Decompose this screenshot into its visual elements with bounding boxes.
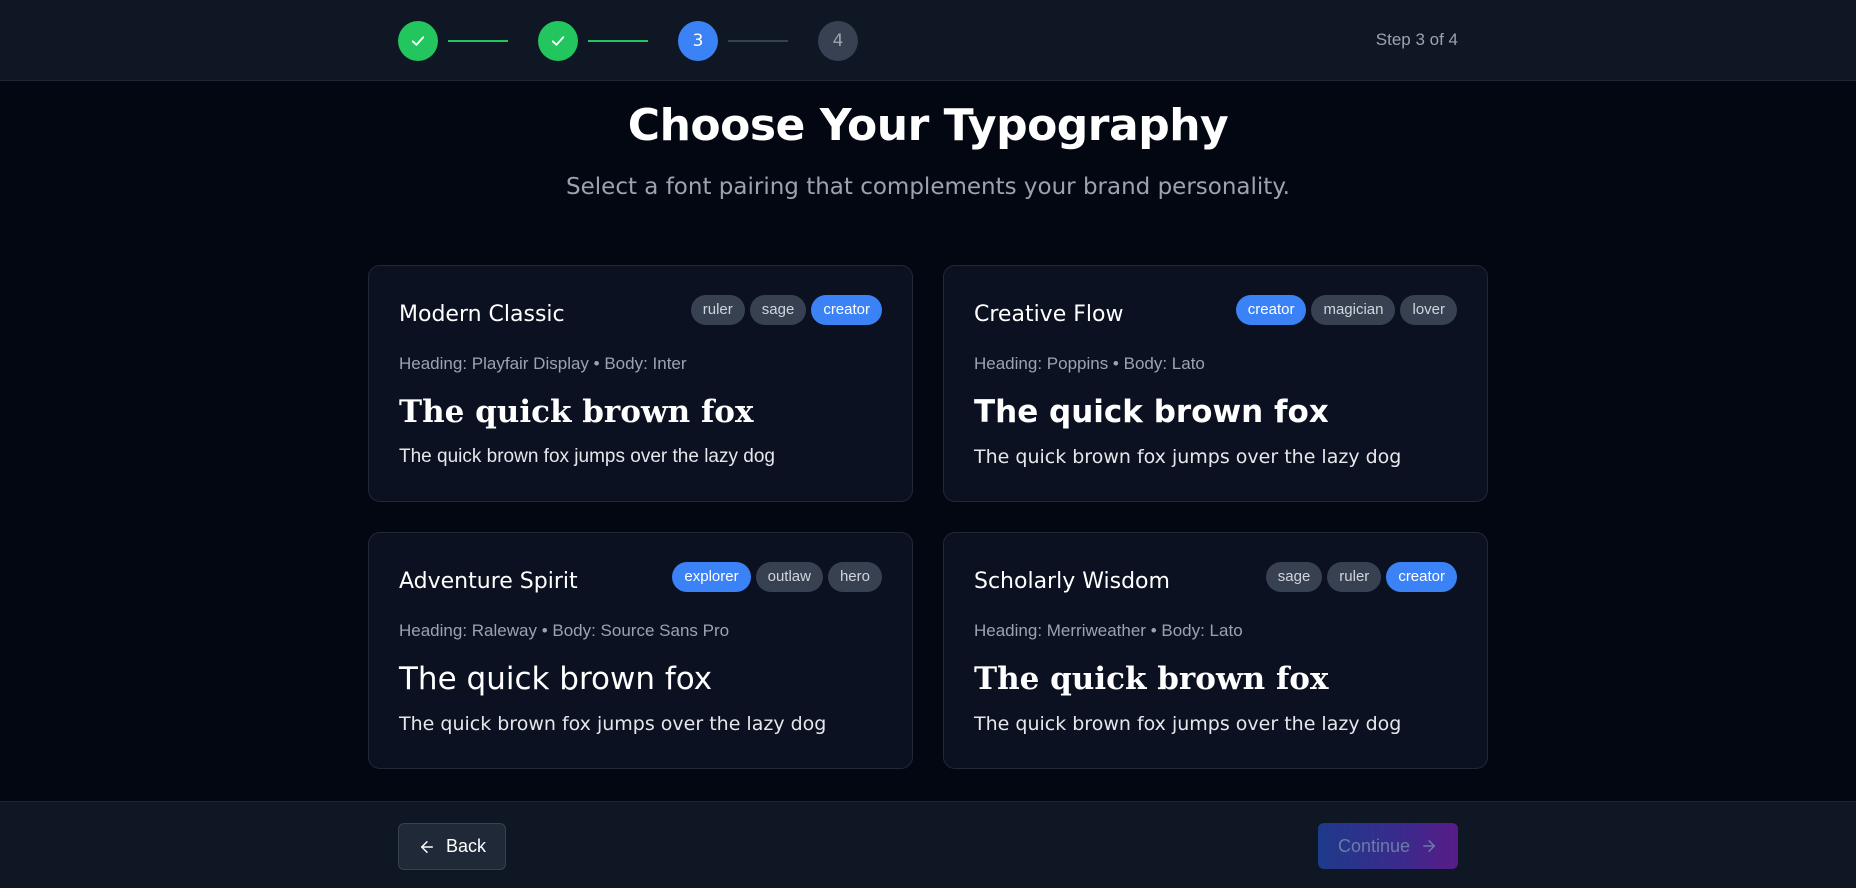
continue-button-label: Continue bbox=[1337, 835, 1411, 856]
font-option-card-modern-classic[interactable]: Modern Classic ruler sage creator Headin… bbox=[368, 265, 913, 502]
tag-explorer: explorer bbox=[672, 562, 751, 592]
step-1-indicator bbox=[398, 21, 438, 61]
step-connector-1 bbox=[448, 40, 508, 42]
progress-header: 3 4 Step 3 of 4 bbox=[0, 0, 1856, 81]
tag-sage: sage bbox=[1265, 562, 1323, 592]
tag-creator: creator bbox=[811, 295, 882, 325]
step-connector-2 bbox=[588, 40, 648, 42]
card-title: Modern Classic bbox=[399, 302, 565, 327]
personality-tags: creator magician lover bbox=[1235, 295, 1457, 325]
card-title: Creative Flow bbox=[974, 302, 1124, 327]
card-title: Scholarly Wisdom bbox=[974, 569, 1170, 594]
tag-lover: lover bbox=[1400, 295, 1457, 325]
sample-body: The quick brown fox jumps over the lazy … bbox=[974, 446, 1402, 468]
sample-heading: The quick brown fox bbox=[974, 394, 1329, 430]
font-option-card-creative-flow[interactable]: Creative Flow creator magician lover Hea… bbox=[943, 265, 1488, 502]
tag-magician: magician bbox=[1311, 295, 1396, 325]
personality-tags: sage ruler creator bbox=[1265, 562, 1457, 592]
font-pairing-label: Heading: Raleway • Body: Source Sans Pro bbox=[399, 621, 730, 640]
sample-body: The quick brown fox jumps over the lazy … bbox=[399, 713, 827, 735]
tag-sage: sage bbox=[749, 295, 807, 325]
check-icon bbox=[551, 36, 565, 46]
check-icon bbox=[411, 36, 425, 46]
arrow-right-icon bbox=[1423, 840, 1436, 852]
font-pairing-label: Heading: Poppins • Body: Lato bbox=[974, 354, 1205, 373]
typography-step-page: 3 4 Step 3 of 4 Choose Your Typography S… bbox=[0, 0, 1856, 888]
sample-body: The quick brown fox jumps over the lazy … bbox=[399, 446, 775, 467]
step-4-indicator: 4 bbox=[818, 21, 858, 61]
arrow-left-icon bbox=[420, 840, 433, 853]
step-2-indicator bbox=[538, 21, 578, 61]
tag-creator: creator bbox=[1235, 295, 1307, 325]
tag-creator: creator bbox=[1386, 562, 1457, 592]
continue-button[interactable]: Continue bbox=[1318, 823, 1458, 869]
page-title: Choose Your Typography bbox=[627, 100, 1229, 151]
tag-hero: hero bbox=[827, 562, 882, 592]
page-subtitle: Select a font pairing that complements y… bbox=[566, 174, 1290, 200]
step-connector-3 bbox=[728, 40, 788, 42]
sample-heading: The quick brown fox bbox=[974, 661, 1329, 697]
personality-tags: explorer outlaw hero bbox=[672, 562, 882, 592]
tag-ruler: ruler bbox=[690, 295, 745, 325]
back-button[interactable]: Back bbox=[398, 823, 506, 870]
card-title: Adventure Spirit bbox=[399, 569, 578, 594]
sample-body: The quick brown fox jumps over the lazy … bbox=[974, 713, 1402, 735]
tag-ruler: ruler bbox=[1327, 562, 1382, 592]
font-pairing-label: Heading: Merriweather • Body: Lato bbox=[974, 621, 1243, 640]
font-option-card-scholarly-wisdom[interactable]: Scholarly Wisdom sage ruler creator Head… bbox=[943, 532, 1488, 769]
personality-tags: ruler sage creator bbox=[690, 295, 882, 325]
font-pairing-label: Heading: Playfair Display • Body: Inter bbox=[399, 354, 687, 373]
step-counter: Step 3 of 4 bbox=[1375, 30, 1458, 49]
font-option-card-adventure-spirit[interactable]: Adventure Spirit explorer outlaw hero He… bbox=[368, 532, 913, 769]
step-3-indicator: 3 bbox=[678, 21, 718, 61]
wizard-footer: Back Continue bbox=[0, 801, 1856, 888]
sample-heading: The quick brown fox bbox=[399, 661, 713, 697]
sample-heading: The quick brown fox bbox=[399, 394, 754, 430]
tag-outlaw: outlaw bbox=[755, 562, 823, 592]
back-button-label: Back bbox=[445, 836, 487, 856]
